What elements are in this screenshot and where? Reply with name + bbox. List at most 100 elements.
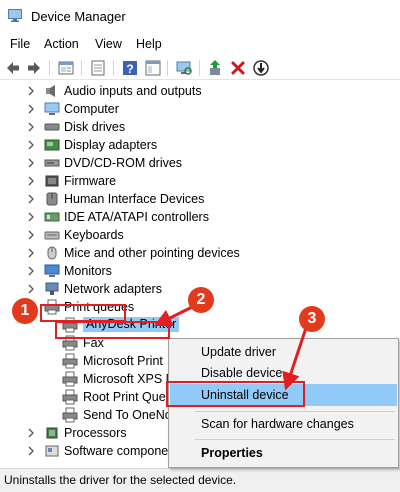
toolbar: ? bbox=[0, 56, 400, 80]
tree-category-firmware[interactable]: Firmware bbox=[0, 172, 400, 190]
toolbar-separator bbox=[113, 60, 114, 76]
svg-text:?: ? bbox=[126, 62, 133, 76]
chevron-right-icon[interactable] bbox=[26, 229, 36, 241]
tree-item-label: Network adapters bbox=[64, 282, 162, 296]
computer-icon bbox=[44, 102, 60, 115]
chevron-right-icon[interactable] bbox=[26, 283, 36, 295]
chevron-right-icon[interactable] bbox=[26, 139, 36, 151]
printer-icon bbox=[62, 371, 78, 387]
menu-bar: File Action View Help bbox=[0, 33, 400, 55]
status-text: Uninstalls the driver for the selected d… bbox=[4, 473, 237, 487]
dvd-drive-icon bbox=[44, 159, 60, 167]
tree-item-label: Monitors bbox=[64, 264, 112, 278]
tree-item-label: Computer bbox=[64, 102, 119, 116]
chevron-right-icon[interactable] bbox=[26, 427, 36, 439]
chevron-right-icon[interactable] bbox=[26, 175, 36, 187]
chevron-right-icon[interactable] bbox=[26, 157, 36, 169]
context-menu-label: Properties bbox=[201, 446, 263, 460]
menu-view[interactable]: View bbox=[95, 37, 122, 51]
tree-item-label: DVD/CD-ROM drives bbox=[64, 156, 183, 170]
chevron-right-icon[interactable] bbox=[26, 445, 36, 457]
context-menu-label: Disable device bbox=[201, 366, 283, 380]
software-component-icon bbox=[45, 445, 59, 457]
keyboard-icon bbox=[44, 231, 60, 240]
tree-item-label: Disk drives bbox=[64, 120, 126, 134]
tree-category-disk-drive[interactable]: Disk drives bbox=[0, 118, 400, 136]
toolbar-separator bbox=[199, 60, 200, 76]
tree-item-label: Root Print Queu bbox=[83, 390, 173, 404]
tree-item-label: IDE ATA/ATAPI controllers bbox=[64, 210, 209, 224]
annotation-box-anydesk-printer bbox=[55, 321, 170, 339]
tree-category-speaker[interactable]: Audio inputs and outputs bbox=[0, 82, 400, 100]
show-hide-console-icon[interactable] bbox=[144, 59, 162, 77]
chevron-right-icon[interactable] bbox=[26, 85, 36, 97]
step-3-badge: 3 bbox=[299, 306, 325, 332]
tree-item-label: Send To OneNo bbox=[83, 408, 172, 422]
context-menu-separator bbox=[195, 439, 395, 440]
scan-hardware-icon[interactable] bbox=[175, 59, 193, 77]
forward-icon[interactable] bbox=[25, 59, 43, 77]
printer-icon bbox=[62, 407, 78, 423]
chevron-right-icon[interactable] bbox=[26, 211, 36, 223]
toolbar-separator bbox=[167, 60, 168, 76]
tree-category-mouse[interactable]: Mice and other pointing devices bbox=[0, 244, 400, 262]
update-driver-icon[interactable] bbox=[206, 59, 224, 77]
context-menu-label: Update driver bbox=[201, 345, 277, 359]
disable-icon[interactable] bbox=[252, 59, 270, 77]
chevron-right-icon[interactable] bbox=[26, 247, 36, 259]
tree-category-keyboard[interactable]: Keyboards bbox=[0, 226, 400, 244]
firmware-icon bbox=[45, 175, 59, 187]
tree-item-label: Software compone bbox=[64, 444, 169, 458]
tree-item-label: Human Interface Devices bbox=[64, 192, 205, 206]
tree-item-label: Firmware bbox=[64, 174, 117, 188]
context-menu-label: Scan for hardware changes bbox=[201, 417, 354, 431]
speaker-icon bbox=[46, 85, 55, 97]
uninstall-icon[interactable] bbox=[229, 59, 247, 77]
mouse-icon bbox=[47, 246, 57, 260]
annotation-box-print-queues bbox=[40, 304, 126, 322]
context-menu-separator bbox=[195, 411, 395, 412]
tree-item-label: Keyboards bbox=[64, 228, 124, 242]
tree-category-monitor[interactable]: Monitors bbox=[0, 262, 400, 280]
chevron-right-icon[interactable] bbox=[26, 265, 36, 277]
back-icon[interactable] bbox=[4, 59, 22, 77]
help-icon[interactable]: ? bbox=[121, 59, 139, 77]
toolbar-separator bbox=[81, 60, 82, 76]
display-adapter-icon bbox=[44, 139, 60, 151]
printer-icon bbox=[62, 389, 78, 405]
tree-item-label: Mice and other pointing devices bbox=[64, 246, 240, 260]
network-adapter-icon bbox=[45, 282, 59, 295]
chevron-right-icon[interactable] bbox=[26, 193, 36, 205]
tree-category-dvd-drive[interactable]: DVD/CD-ROM drives bbox=[0, 154, 400, 172]
toolbar-separator bbox=[49, 60, 50, 76]
tree-item-label: Microsoft Print bbox=[83, 354, 163, 368]
step-2-badge: 2 bbox=[188, 287, 214, 313]
device-manager-app-icon bbox=[8, 9, 22, 22]
properties-icon[interactable] bbox=[57, 59, 75, 77]
show-hidden-icon[interactable] bbox=[89, 59, 107, 77]
processor-icon bbox=[46, 427, 58, 439]
hid-icon bbox=[46, 192, 58, 206]
menu-action[interactable]: Action bbox=[44, 37, 79, 51]
tree-item-label: Processors bbox=[64, 426, 127, 440]
menu-help[interactable]: Help bbox=[136, 37, 162, 51]
device-manager-window: Device Manager File Action View Help ? A… bbox=[0, 0, 400, 492]
tree-item-label: Microsoft XPS D bbox=[83, 372, 175, 386]
annotation-box-uninstall-device bbox=[166, 381, 305, 407]
printer-icon bbox=[62, 353, 78, 369]
status-bar: Uninstalls the driver for the selected d… bbox=[0, 468, 400, 492]
step-1-badge: 1 bbox=[12, 298, 38, 324]
chevron-right-icon[interactable] bbox=[26, 121, 36, 133]
tree-category-display-adapter[interactable]: Display adapters bbox=[0, 136, 400, 154]
tree-category-ide-controller[interactable]: IDE ATA/ATAPI controllers bbox=[0, 208, 400, 226]
tree-item-label: Audio inputs and outputs bbox=[64, 84, 202, 98]
window-title: Device Manager bbox=[31, 9, 126, 24]
monitor-icon bbox=[44, 264, 60, 277]
context-menu-properties[interactable]: Properties bbox=[170, 442, 397, 464]
context-menu-update-driver[interactable]: Update driver bbox=[170, 341, 397, 363]
menu-file[interactable]: File bbox=[10, 37, 30, 51]
tree-category-computer[interactable]: Computer bbox=[0, 100, 400, 118]
tree-category-hid[interactable]: Human Interface Devices bbox=[0, 190, 400, 208]
context-menu-scan-hardware[interactable]: Scan for hardware changes bbox=[170, 413, 397, 435]
chevron-right-icon[interactable] bbox=[26, 103, 36, 115]
